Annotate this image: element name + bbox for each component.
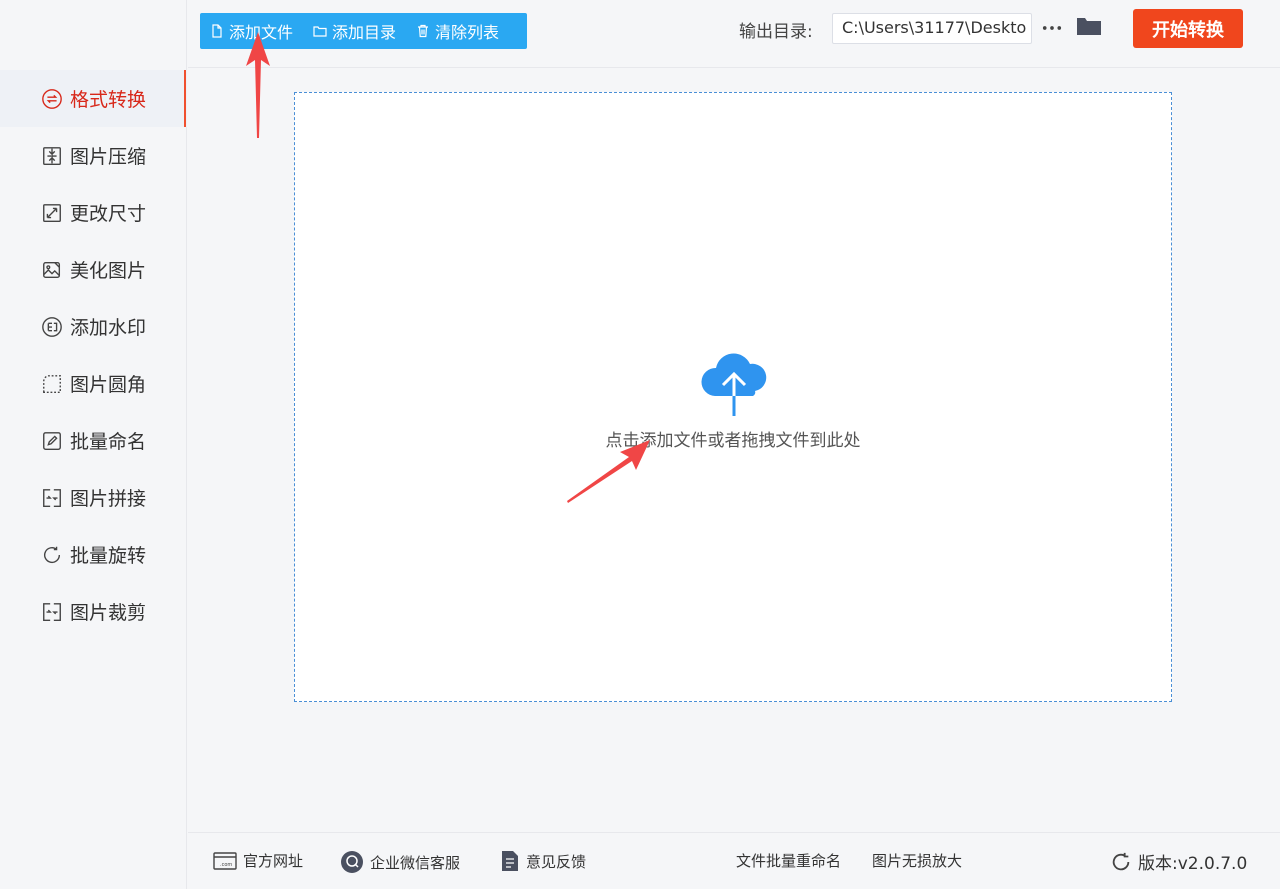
sidebar-item-label: 图片裁剪 <box>70 602 147 624</box>
clear-list-label: 清除列表 <box>435 23 500 42</box>
start-convert-button[interactable]: 开始转换 <box>1133 9 1243 48</box>
svg-text:.com: .com <box>220 862 232 868</box>
sidebar-item-beautify[interactable]: 美化图片 <box>0 241 187 298</box>
sidebar-item-label: 添加水印 <box>70 317 147 339</box>
feedback-link[interactable]: 意见反馈 <box>500 850 586 872</box>
output-path-field[interactable]: C:\Users\31177\Deskto <box>832 13 1032 44</box>
batch-rename-link[interactable]: 文件批量重命名 <box>736 850 841 871</box>
sidebar-item-watermark[interactable]: 添加水印 <box>0 298 187 355</box>
file-button-group: 添加文件 添加目录 清除列表 <box>200 13 527 49</box>
wechat-service-link[interactable]: 企业微信客服 <box>340 850 460 874</box>
sidebar-item-crop[interactable]: 图片裁剪 <box>0 583 187 640</box>
wechat-label: 企业微信客服 <box>370 853 461 872</box>
sidebar-item-stitch[interactable]: 图片拼接 <box>0 469 187 526</box>
website-label: 官方网址 <box>243 852 304 870</box>
sidebar-item-round-corner[interactable]: 图片圆角 <box>0 355 187 412</box>
sidebar: 格式转换 图片压缩 更改尺寸 美化图片 添加水印 图片圆角 批量命名 图片拼接 … <box>0 0 187 889</box>
clear-list-button[interactable]: 清除列表 <box>416 19 499 43</box>
feedback-icon <box>502 851 518 871</box>
sidebar-item-label: 更改尺寸 <box>70 203 147 225</box>
batch-rename-label: 文件批量重命名 <box>736 852 842 870</box>
upscale-link[interactable]: 图片无损放大 <box>872 850 962 871</box>
sidebar-item-compress[interactable]: 图片压缩 <box>0 127 187 184</box>
version-info[interactable]: 版本:v2.0.7.0 <box>1110 849 1247 874</box>
wechat-icon <box>341 851 363 873</box>
sidebar-item-label: 格式转换 <box>70 89 147 111</box>
sidebar-item-label: 图片拼接 <box>70 488 147 510</box>
more-icon[interactable] <box>1041 14 1063 42</box>
add-folder-label: 添加目录 <box>332 23 397 42</box>
sidebar-item-label: 图片压缩 <box>70 146 147 168</box>
sidebar-item-label: 美化图片 <box>70 260 147 282</box>
file-icon <box>212 24 222 38</box>
version-label: 版本:v2.0.7.0 <box>1138 854 1248 874</box>
watermark-icon <box>40 315 64 339</box>
feedback-label: 意见反馈 <box>526 852 587 871</box>
add-file-button[interactable]: 添加文件 <box>210 19 293 43</box>
format-convert-icon <box>40 87 64 111</box>
sidebar-item-label: 批量命名 <box>70 431 147 453</box>
stitch-icon <box>40 486 64 510</box>
refresh-icon <box>1112 852 1130 870</box>
website-icon: .com <box>213 851 237 870</box>
sidebar-item-rotate[interactable]: 批量旋转 <box>0 526 187 583</box>
add-file-label: 添加文件 <box>229 23 294 42</box>
upscale-label: 图片无损放大 <box>872 852 963 870</box>
folder-outline-icon <box>313 26 327 37</box>
sidebar-item-rename[interactable]: 批量命名 <box>0 412 187 469</box>
sidebar-item-label: 批量旋转 <box>70 545 147 567</box>
sidebar-item-label: 图片圆角 <box>70 374 147 396</box>
website-link[interactable]: .com 官方网址 <box>213 850 303 871</box>
sidebar-item-resize[interactable]: 更改尺寸 <box>0 184 187 241</box>
compress-icon <box>40 144 64 168</box>
output-dir-label: 输出目录: <box>739 22 813 42</box>
rename-icon <box>40 429 64 453</box>
folder-icon[interactable] <box>1076 14 1102 42</box>
footer: .com 官方网址 企业微信客服 意见反馈 文件批量重命名 图片无损放大 版本:… <box>188 832 1280 889</box>
resize-icon <box>40 201 64 225</box>
trash-icon <box>418 24 429 38</box>
sidebar-item-format-convert[interactable]: 格式转换 <box>0 70 187 127</box>
crop-icon <box>40 600 64 624</box>
beautify-icon <box>40 258 64 282</box>
toolbar: 添加文件 添加目录 清除列表 输出目录: C:\Users\31177\Desk… <box>188 0 1280 68</box>
rotate-icon <box>40 543 64 567</box>
add-folder-button[interactable]: 添加目录 <box>313 19 396 43</box>
drop-hint-text: 点击添加文件或者拖拽文件到此处 <box>605 431 861 451</box>
round-corner-icon <box>40 372 64 396</box>
cloud-upload-icon[interactable] <box>697 350 773 418</box>
